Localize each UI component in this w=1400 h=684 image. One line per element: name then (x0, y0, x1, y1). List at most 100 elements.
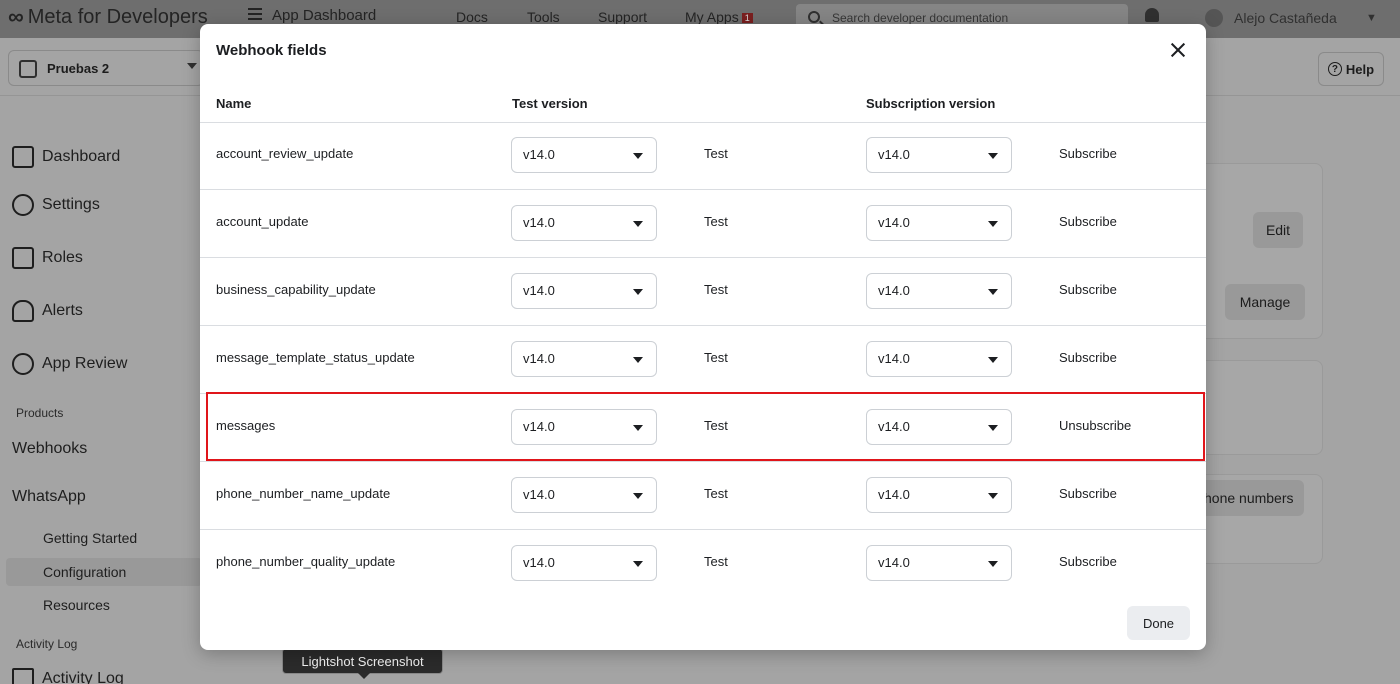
avatar[interactable] (1205, 9, 1223, 27)
sidebar-item-dashboard[interactable]: Dashboard (12, 146, 120, 168)
subscription-version-select[interactable]: v14.0 (866, 477, 1012, 513)
caret-down-icon (633, 493, 643, 499)
bell-icon (12, 300, 34, 322)
app-dashboard-link[interactable]: App Dashboard (272, 7, 376, 24)
subscription-version-select[interactable]: v14.0 (866, 341, 1012, 377)
subscribe-button[interactable]: Subscribe (1059, 146, 1117, 161)
help-button[interactable]: ? Help (1318, 52, 1384, 86)
caret-down-icon (633, 153, 643, 159)
test-button[interactable]: Test (704, 282, 728, 297)
column-header-test-version: Test version (512, 96, 588, 111)
caret-down-icon (988, 221, 998, 227)
sidebar-item-label: Dashboard (42, 148, 121, 165)
subscription-version-select[interactable]: v14.0 (866, 205, 1012, 241)
nav-my-apps[interactable]: My Apps 1 (685, 9, 753, 25)
caret-down-icon (187, 63, 197, 69)
hamburger-menu-icon[interactable] (248, 8, 262, 20)
help-label: Help (1345, 61, 1375, 77)
chevron-down-icon[interactable]: ▼ (1366, 12, 1377, 24)
sidebar-item-resources[interactable]: Resources (43, 597, 110, 613)
caret-down-icon (988, 289, 998, 295)
subscription-version-select[interactable]: v14.0 (866, 409, 1012, 445)
done-button[interactable]: Done (1127, 606, 1190, 640)
sidebar-item-alerts[interactable]: Alerts (12, 300, 83, 322)
dialog-title: Webhook fields (216, 42, 327, 59)
column-header-subscription-version: Subscription version (866, 96, 996, 111)
test-version-select[interactable]: v14.0 (511, 205, 657, 241)
test-button[interactable]: Test (704, 146, 728, 161)
caret-down-icon (633, 561, 643, 567)
caret-down-icon (633, 357, 643, 363)
select-value: v14.0 (878, 351, 910, 366)
test-version-select[interactable]: v14.0 (511, 409, 657, 445)
subscription-version-select[interactable]: v14.0 (866, 137, 1012, 173)
question-icon: ? (1327, 62, 1342, 76)
sidebar-item-label: Settings (42, 196, 100, 213)
gear-icon (12, 194, 34, 216)
phone-numbers-button[interactable]: hone numbers (1190, 480, 1304, 516)
subscribe-button[interactable]: Subscribe (1059, 214, 1117, 229)
subscribe-button[interactable]: Subscribe (1059, 282, 1117, 297)
search-placeholder: Search developer documentation (832, 11, 1009, 25)
sidebar-item-label: App Review (42, 355, 128, 372)
sidebar-item-configuration[interactable]: Configuration (43, 564, 126, 580)
sidebar-item-activity-log[interactable]: Activity Log (12, 668, 124, 684)
list-icon (12, 668, 34, 684)
test-version-select[interactable]: v14.0 (511, 545, 657, 581)
test-button[interactable]: Test (704, 350, 728, 365)
app-name: Pruebas 2 (47, 61, 110, 76)
meta-for-developers-logo[interactable]: ∞ Meta for Developers (8, 4, 208, 30)
caret-down-icon (633, 425, 643, 431)
nav-my-apps-label: My Apps (685, 9, 739, 25)
select-value: v14.0 (523, 215, 555, 230)
field-name: phone_number_name_update (216, 486, 391, 501)
app-selector[interactable]: Pruebas 2 (8, 50, 204, 86)
test-version-select[interactable]: v14.0 (511, 273, 657, 309)
field-name: business_capability_update (216, 282, 376, 297)
roles-icon (12, 247, 34, 269)
sidebar-item-label: Activity Log (42, 670, 124, 684)
test-version-select[interactable]: v14.0 (511, 137, 657, 173)
subscribe-button[interactable]: Subscribe (1059, 486, 1117, 501)
table-row: business_capability_update v14.0 Test v1… (200, 258, 1206, 326)
products-section-label: Products (16, 406, 64, 420)
test-button[interactable]: Test (704, 214, 728, 229)
sidebar-item-webhooks[interactable]: Webhooks (12, 440, 87, 458)
sidebar-item-settings[interactable]: Settings (12, 194, 100, 216)
sidebar-item-app-review[interactable]: App Review (12, 353, 127, 375)
caret-down-icon (988, 425, 998, 431)
close-icon[interactable] (1166, 38, 1190, 62)
nav-support[interactable]: Support (598, 9, 647, 25)
unsubscribe-button[interactable]: Unsubscribe (1059, 418, 1131, 433)
search-icon (808, 11, 820, 23)
field-name: message_template_status_update (216, 350, 415, 365)
test-button[interactable]: Test (704, 486, 728, 501)
test-button[interactable]: Test (704, 554, 728, 569)
test-version-select[interactable]: v14.0 (511, 341, 657, 377)
select-value: v14.0 (878, 487, 910, 502)
field-name: messages (216, 418, 276, 433)
select-value: v14.0 (878, 147, 910, 162)
edit-button[interactable]: Edit (1253, 212, 1303, 248)
meta-logo-icon: ∞ (8, 4, 24, 29)
test-button[interactable]: Test (704, 418, 728, 433)
subscribe-button[interactable]: Subscribe (1059, 350, 1117, 365)
select-value: v14.0 (523, 283, 555, 298)
user-name[interactable]: Alejo Castañeda (1234, 10, 1337, 26)
caret-down-icon (988, 153, 998, 159)
sidebar-item-roles[interactable]: Roles (12, 247, 83, 269)
sidebar-item-label: Roles (42, 249, 83, 266)
subscription-version-select[interactable]: v14.0 (866, 273, 1012, 309)
select-value: v14.0 (523, 147, 555, 162)
manage-button[interactable]: Manage (1225, 284, 1305, 320)
field-name: phone_number_quality_update (216, 554, 396, 569)
subscription-version-select[interactable]: v14.0 (866, 545, 1012, 581)
sidebar-item-whatsapp[interactable]: WhatsApp (12, 488, 86, 506)
sidebar-item-getting-started[interactable]: Getting Started (43, 530, 137, 546)
nav-tools[interactable]: Tools (527, 9, 560, 25)
nav-docs[interactable]: Docs (456, 9, 488, 25)
subscribe-button[interactable]: Subscribe (1059, 554, 1117, 569)
caret-down-icon (988, 561, 998, 567)
test-version-select[interactable]: v14.0 (511, 477, 657, 513)
field-name: account_update (216, 214, 309, 229)
